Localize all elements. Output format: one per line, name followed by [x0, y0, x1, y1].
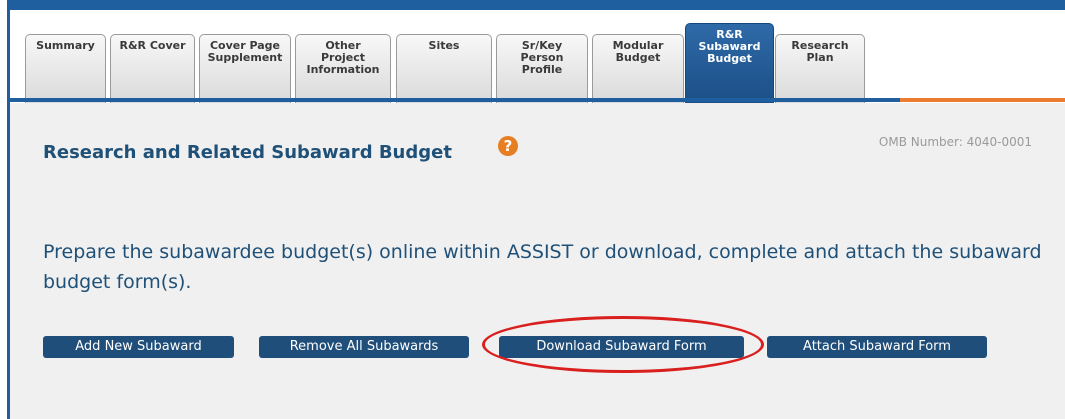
remove-all-subawards-button[interactable]: Remove All Subawards [259, 336, 469, 358]
tab-rr-subaward-budget[interactable]: R&R Subaward Budget [685, 23, 774, 104]
tab-bar-underline [10, 98, 900, 102]
subaward-budget-panel: Research and Related Subaward Budget ? O… [10, 103, 1065, 419]
window-frame-top [7, 0, 1065, 10]
tab-sr-key-person-profile[interactable]: Sr/Key Person Profile [496, 34, 588, 104]
form-tab-bar: Summary R&R Cover Cover Page Supplement … [10, 10, 1065, 104]
tab-bar-accent-underline [900, 98, 1065, 102]
page-title: Research and Related Subaward Budget [43, 142, 452, 163]
highlight-ellipse [482, 316, 764, 373]
omb-number: OMB Number: 4040-0001 [878, 135, 1032, 149]
attach-subaward-form-button[interactable]: Attach Subaward Form [767, 336, 987, 358]
tab-rr-cover[interactable]: R&R Cover [110, 34, 195, 104]
tab-summary[interactable]: Summary [25, 34, 106, 104]
tab-modular-budget[interactable]: Modular Budget [592, 34, 684, 104]
tab-other-project-information[interactable]: Other Project Information [295, 34, 391, 104]
add-new-subaward-button[interactable]: Add New Subaward [43, 336, 234, 358]
tab-research-plan[interactable]: Research Plan [775, 34, 865, 104]
question-circle-icon[interactable]: ? [498, 136, 518, 156]
tab-sites[interactable]: Sites [396, 34, 492, 104]
instructions-text: Prepare the subawardee budget(s) online … [43, 241, 1042, 293]
tab-cover-page-supplement[interactable]: Cover Page Supplement [199, 34, 291, 104]
